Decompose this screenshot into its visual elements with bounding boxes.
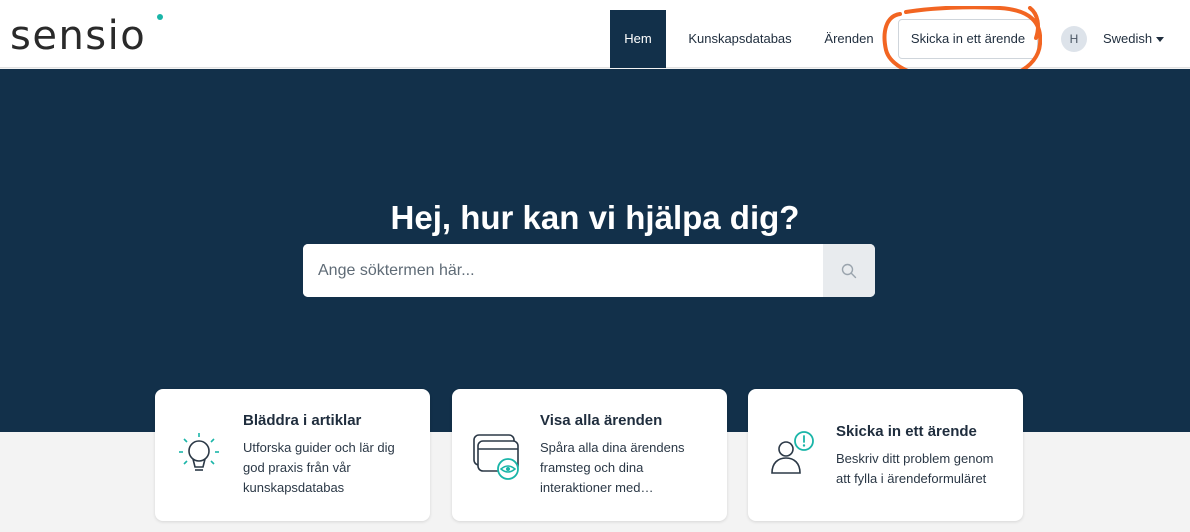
nav-home[interactable]: Hem (610, 10, 666, 68)
search-input[interactable] (303, 244, 823, 297)
search-icon (841, 263, 857, 278)
card-browse-articles[interactable]: Bläddra i artiklar Utforska guider och l… (155, 389, 430, 521)
nav-submit-case-button[interactable]: Skicka in ett ärende (898, 19, 1038, 59)
logo-dot (157, 14, 163, 20)
card-title: Visa alla ärenden (540, 412, 663, 429)
cards-eye-icon (473, 434, 519, 480)
card-view-cases[interactable]: Visa alla ärenden Spåra alla dina ärende… (452, 389, 727, 521)
card-submit-case[interactable]: Skicka in ett ärende Beskriv ditt proble… (748, 389, 1023, 521)
search-button[interactable] (823, 244, 875, 297)
user-avatar[interactable]: H (1061, 26, 1087, 52)
card-title: Skicka in ett ärende (836, 423, 977, 440)
card-title: Bläddra i artiklar (243, 412, 362, 429)
hero-title: Hej, hur kan vi hjälpa dig? (390, 199, 800, 236)
language-dropdown[interactable]: Swedish (1103, 26, 1165, 52)
language-label: Swedish (1103, 31, 1153, 46)
card-description: Utforska guider och lär dig god praxis f… (243, 440, 395, 495)
top-header: sensio Hem Kunskapsdatabas Ärenden Skick… (0, 0, 1190, 85)
chevron-down-icon (1156, 37, 1165, 43)
nav-cases[interactable]: Ärenden (816, 10, 882, 68)
sensio-logo[interactable]: sensio (10, 14, 146, 58)
card-description: Beskriv ditt problem genom att fylla i ä… (836, 451, 994, 486)
nav-knowledge-base[interactable]: Kunskapsdatabas (676, 10, 804, 68)
lightbulb-icon (179, 433, 219, 471)
search-bar (303, 244, 875, 297)
person-alert-icon (771, 431, 814, 474)
card-description: Spåra alla dina ärendens framsteg och di… (540, 440, 685, 495)
